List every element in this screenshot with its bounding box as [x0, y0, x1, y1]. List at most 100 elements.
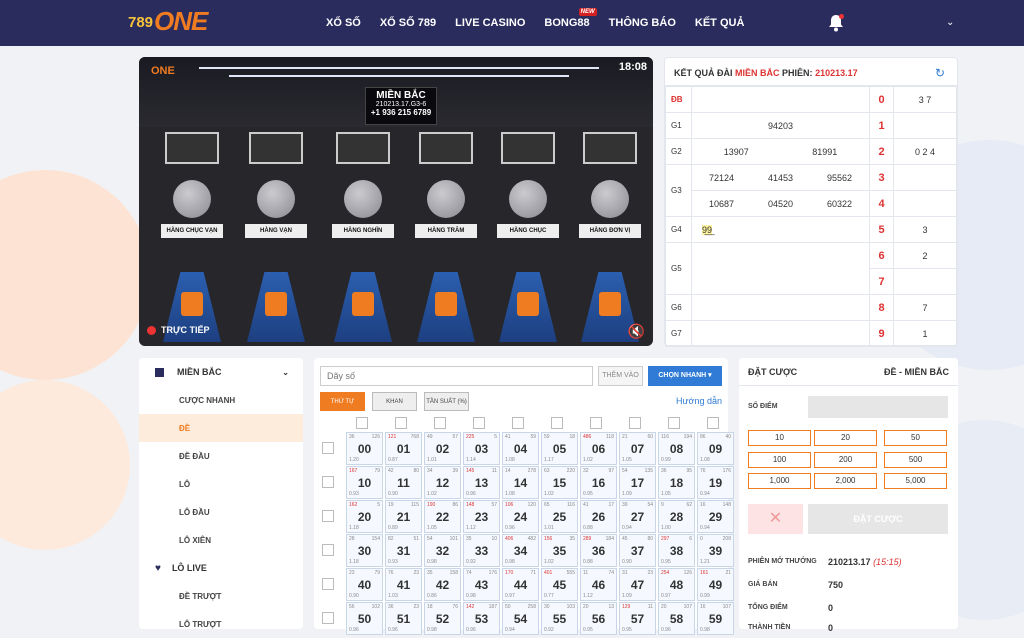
number-cell[interactable]: 28 154 30 1.18: [346, 534, 383, 567]
clear-button[interactable]: ✕: [748, 504, 803, 534]
points-input[interactable]: [808, 396, 948, 418]
number-cell[interactable]: 116 194 08 0.99: [658, 432, 695, 465]
number-cell[interactable]: 65 116 25 1.01: [541, 500, 578, 533]
live-video-player[interactable]: ONE 18:08 MIỀN BẮC 210213.17.G3-6 +1 936…: [139, 57, 653, 346]
number-cell[interactable]: 86 40 09 1.08: [697, 432, 734, 465]
number-cell[interactable]: 106 120 24 0.96: [502, 500, 539, 533]
number-cell[interactable]: 14 278 14 1.08: [502, 466, 539, 499]
number-cell[interactable]: 21 60 07 1.05: [619, 432, 656, 465]
sidebar-item-de-truot[interactable]: ĐỀ TRƯỢT: [139, 582, 303, 610]
number-cell[interactable]: 156 35 35 1.02: [541, 534, 578, 567]
number-cell[interactable]: 9 62 28 1.00: [658, 500, 695, 533]
number-cell[interactable]: 30 103 55 0.92: [541, 602, 578, 635]
number-cell[interactable]: 170 71 44 0.97: [502, 568, 539, 601]
number-cell[interactable]: 145 11 13 0.96: [463, 466, 500, 499]
number-cell[interactable]: 54 135 17 1.09: [619, 466, 656, 499]
number-cell[interactable]: 162 5 20 1.18: [346, 500, 383, 533]
number-cell[interactable]: 225 5 03 1.14: [463, 432, 500, 465]
nav-ket-qua[interactable]: KẾT QUẢ: [695, 17, 745, 29]
number-cell[interactable]: 167 79 10 0.93: [346, 466, 383, 499]
number-search-input[interactable]: [320, 366, 593, 386]
amount-button[interactable]: 500: [884, 452, 947, 468]
number-cell[interactable]: 18 76 52 0.98: [424, 602, 461, 635]
number-cell[interactable]: 82 51 31 0.93: [385, 534, 422, 567]
amount-button[interactable]: 2,000: [814, 473, 877, 489]
number-cell[interactable]: 36 126 00 1.20: [346, 432, 383, 465]
number-cell[interactable]: 23 79 40 0.90: [346, 568, 383, 601]
row-checkbox[interactable]: [322, 544, 334, 556]
sidebar-item-cuoc-nhanh[interactable]: CƯỢC NHANH: [139, 386, 303, 414]
refresh-icon[interactable]: ↻: [935, 66, 945, 80]
number-cell[interactable]: 297 6 38 0.95: [658, 534, 695, 567]
sidebar-item-lo-truot[interactable]: LÔ TRƯỢT: [139, 610, 303, 638]
tab-khan[interactable]: KHAN: [372, 392, 417, 411]
chevron-down-icon[interactable]: ⌄: [946, 17, 954, 28]
number-cell[interactable]: 36 95 18 1.05: [658, 466, 695, 499]
sidebar-item-lo-dau[interactable]: LÔ ĐẦU: [139, 498, 303, 526]
number-cell[interactable]: 19 115 21 0.89: [385, 500, 422, 533]
nav-live-casino[interactable]: LIVE CASINO: [455, 17, 525, 29]
number-cell[interactable]: 32 97 16 0.95: [580, 466, 617, 499]
amount-button[interactable]: 1,000: [748, 473, 811, 489]
number-cell[interactable]: 34 39 12 1.02: [424, 466, 461, 499]
column-checkbox[interactable]: [590, 417, 602, 429]
number-cell[interactable]: 486 118 06 1.02: [580, 432, 617, 465]
number-cell[interactable]: 142 187 53 0.96: [463, 602, 500, 635]
number-cell[interactable]: 11 74 46 1.12: [580, 568, 617, 601]
sidebar-group-lo-live[interactable]: ♥ LÔ LIVE: [139, 554, 303, 582]
number-cell[interactable]: 56 102 50 0.96: [346, 602, 383, 635]
number-cell[interactable]: 190 86 22 1.05: [424, 500, 461, 533]
column-checkbox[interactable]: [551, 417, 563, 429]
number-cell[interactable]: 148 57 23 1.12: [463, 500, 500, 533]
row-checkbox[interactable]: [322, 476, 334, 488]
number-cell[interactable]: 129 11 57 0.95: [619, 602, 656, 635]
row-checkbox[interactable]: [322, 612, 334, 624]
number-cell[interactable]: 406 482 34 0.98: [502, 534, 539, 567]
number-cell[interactable]: 16 148 29 0.94: [697, 500, 734, 533]
number-cell[interactable]: 63 220 15 1.02: [541, 466, 578, 499]
column-checkbox[interactable]: [668, 417, 680, 429]
number-cell[interactable]: 254 126 48 0.97: [658, 568, 695, 601]
amount-button[interactable]: 10: [748, 430, 811, 446]
number-cell[interactable]: 161 21 49 0.99: [697, 568, 734, 601]
nav-xo-so-789[interactable]: XỔ SỐ 789: [380, 17, 436, 29]
place-bet-button[interactable]: ĐẶT CƯỢC: [808, 504, 948, 534]
number-cell[interactable]: 0 208 39 1.21: [697, 534, 734, 567]
sidebar-item-lo[interactable]: LÔ: [139, 470, 303, 498]
number-cell[interactable]: 35 158 42 0.86: [424, 568, 461, 601]
column-checkbox[interactable]: [356, 417, 368, 429]
column-checkbox[interactable]: [434, 417, 446, 429]
bell-icon[interactable]: [828, 14, 844, 32]
guide-link[interactable]: Hướng dẫn: [676, 396, 722, 406]
row-checkbox[interactable]: [322, 442, 334, 454]
row-checkbox[interactable]: [322, 578, 334, 590]
nav-bong88[interactable]: BONG88 NEW: [544, 8, 597, 29]
number-cell[interactable]: 49 57 02 1.01: [424, 432, 461, 465]
tab-tan-suat[interactable]: TẦN SUẤT (%): [424, 392, 469, 411]
column-checkbox[interactable]: [395, 417, 407, 429]
number-cell[interactable]: 50 258 54 0.94: [502, 602, 539, 635]
number-cell[interactable]: 401 555 45 0.77: [541, 568, 578, 601]
sidebar-item-de[interactable]: ĐỀ: [139, 414, 303, 442]
number-cell[interactable]: 41 17 26 0.88: [580, 500, 617, 533]
number-cell[interactable]: 36 23 51 0.96: [385, 602, 422, 635]
site-logo[interactable]: 789 ONE: [128, 6, 218, 40]
number-cell[interactable]: 31 23 47 1.09: [619, 568, 656, 601]
row-checkbox[interactable]: [322, 510, 334, 522]
amount-button[interactable]: 20: [814, 430, 877, 446]
tab-thu-tu[interactable]: THỨ TỰ: [320, 392, 365, 411]
number-cell[interactable]: 54 101 32 0.98: [424, 534, 461, 567]
column-checkbox[interactable]: [473, 417, 485, 429]
number-cell[interactable]: 76 23 41 1.03: [385, 568, 422, 601]
sidebar-item-de-dau[interactable]: ĐỀ ĐẦU: [139, 442, 303, 470]
number-cell[interactable]: 35 10 33 0.92: [463, 534, 500, 567]
number-cell[interactable]: 20 107 58 0.96: [658, 602, 695, 635]
amount-button[interactable]: 100: [748, 452, 811, 468]
number-cell[interactable]: 74 176 43 0.98: [463, 568, 500, 601]
quick-select-dropdown[interactable]: CHỌN NHANH ▾: [648, 366, 722, 386]
number-cell[interactable]: 59 18 05 1.17: [541, 432, 578, 465]
amount-button[interactable]: 5,000: [884, 473, 947, 489]
number-cell[interactable]: 20 13 56 0.95: [580, 602, 617, 635]
column-checkbox[interactable]: [707, 417, 719, 429]
number-cell[interactable]: 76 176 19 0.94: [697, 466, 734, 499]
